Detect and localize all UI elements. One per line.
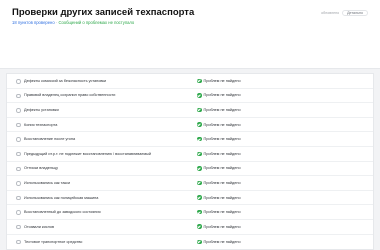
- check-status: Проблем не найдено: [197, 78, 241, 84]
- status-text: Проблем не найдено: [203, 180, 241, 185]
- check-label: Восстановление после угона: [24, 137, 76, 142]
- no-issues-summary: Сообщений о проблемах не поступало: [58, 20, 135, 25]
- check-label: Копия техпаспорта: [24, 122, 58, 127]
- check-circle-icon: [197, 209, 202, 215]
- check-label: Дефекты установки: [24, 107, 59, 112]
- radio-icon[interactable]: [16, 181, 21, 186]
- radio-icon[interactable]: [16, 224, 21, 230]
- check-row[interactable]: Использовались как такси Проблем не найд…: [7, 176, 373, 191]
- page-header: Проверки других записей техпаспорта 18 п…: [0, 0, 380, 69]
- check-circle-icon: [197, 224, 202, 229]
- header-meta: обновлено Детально: [321, 10, 368, 16]
- check-row[interactable]: Тестовое транспортное средство Проблем н…: [7, 235, 373, 250]
- status-text: Проблем не найдено: [203, 210, 241, 215]
- check-label: Восстановленный до заводского состояния: [24, 210, 101, 215]
- check-status: Проблем не найдено: [197, 122, 241, 127]
- check-label: Оттиски владельцу: [24, 166, 59, 171]
- check-status: Проблем не найдено: [197, 107, 241, 113]
- check-label: Использовались как полицейская машина: [24, 195, 99, 200]
- check-circle-icon: [197, 166, 202, 171]
- check-row[interactable]: Копия техпаспорта Проблем не найдено: [7, 118, 373, 133]
- check-circle-icon: [197, 122, 202, 127]
- check-row[interactable]: Отозвали кислов Проблем не найдено: [7, 220, 373, 235]
- status-text: Проблем не найдено: [203, 93, 241, 98]
- check-label: Использовались как такси: [24, 180, 71, 185]
- radio-icon[interactable]: [16, 195, 21, 201]
- check-label: Тестовое транспортное средство: [24, 239, 83, 244]
- check-status: Проблем не найдено: [197, 195, 241, 200]
- check-row[interactable]: Предыдущий ит.р.т. не подлежит восстанов…: [7, 147, 373, 162]
- check-circle-icon: [197, 195, 202, 200]
- check-row[interactable]: Дефекты комиссий за безопасность установ…: [7, 74, 373, 89]
- meta-label: обновлено: [321, 11, 340, 15]
- check-circle-icon: [197, 151, 202, 157]
- check-row[interactable]: Дефекты установки Проблем не найдено: [7, 103, 373, 118]
- details-button[interactable]: Детально: [342, 10, 368, 16]
- radio-icon[interactable]: [16, 122, 21, 128]
- check-status: Проблем не найдено: [197, 224, 241, 229]
- status-text: Проблем не найдено: [203, 122, 241, 127]
- radio-icon[interactable]: [16, 137, 21, 142]
- check-row[interactable]: Использовались как полицейская машина Пр…: [7, 191, 373, 206]
- page-subtitle: 18 пунктов проверено · Сообщений о пробл…: [12, 20, 134, 25]
- status-text: Проблем не найдено: [203, 137, 241, 142]
- checked-count: 18 пунктов проверено: [12, 20, 55, 25]
- check-circle-icon: [197, 239, 202, 245]
- check-row[interactable]: Восстановленный до заводского состояния …: [7, 205, 373, 220]
- status-text: Проблем не найдено: [203, 166, 241, 171]
- radio-icon[interactable]: [16, 151, 21, 157]
- check-row[interactable]: Оттиски владельцу Проблем не найдено: [7, 162, 373, 177]
- check-row[interactable]: Восстановление после угона Проблем не на…: [7, 132, 373, 147]
- check-status: Проблем не найдено: [197, 151, 241, 157]
- radio-icon[interactable]: [16, 239, 21, 245]
- status-text: Проблем не найдено: [203, 78, 241, 83]
- radio-icon[interactable]: [16, 93, 21, 99]
- checks-list: Дефекты комиссий за безопасность установ…: [6, 73, 374, 250]
- check-circle-icon: [197, 78, 202, 84]
- check-status: Проблем не найдено: [197, 93, 241, 98]
- radio-icon[interactable]: [16, 210, 21, 215]
- check-label: Отозвали кислов: [24, 224, 55, 229]
- status-text: Проблем не найдено: [203, 195, 241, 200]
- check-circle-icon: [197, 180, 202, 186]
- check-label: Правовой владелец сохранил право собстве…: [24, 93, 116, 98]
- radio-icon[interactable]: [16, 79, 21, 84]
- status-text: Проблем не найдено: [203, 224, 241, 229]
- check-circle-icon: [197, 107, 202, 113]
- status-text: Проблем не найдено: [203, 239, 241, 244]
- check-status: Проблем не найдено: [197, 166, 241, 171]
- radio-icon[interactable]: [16, 166, 21, 172]
- check-row[interactable]: Правовой владелец сохранил право собстве…: [7, 89, 373, 104]
- page-title: Проверки других записей техпаспорта: [12, 7, 195, 18]
- check-status: Проблем не найдено: [197, 239, 241, 245]
- check-label: Предыдущий ит.р.т. не подлежит восстанов…: [24, 151, 151, 156]
- check-circle-icon: [197, 93, 202, 98]
- check-label: Дефекты комиссий за безопасность установ…: [24, 78, 107, 83]
- status-text: Проблем не найдено: [203, 107, 241, 112]
- check-status: Проблем не найдено: [197, 180, 241, 186]
- check-status: Проблем не найдено: [197, 209, 241, 215]
- status-text: Проблем не найдено: [203, 151, 241, 156]
- check-status: Проблем не найдено: [197, 136, 241, 142]
- radio-icon[interactable]: [16, 108, 21, 113]
- check-circle-icon: [197, 136, 202, 142]
